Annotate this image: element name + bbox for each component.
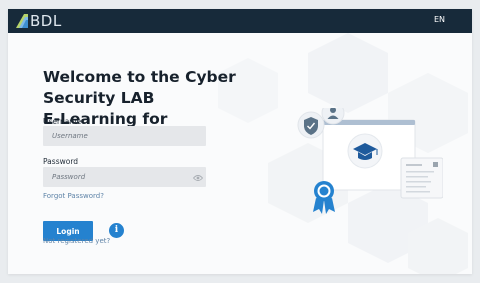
title-line-1: Welcome to the Cyber Security LAB <box>43 68 236 107</box>
logo-text: BDL <box>30 12 62 30</box>
e-learning-illustration <box>297 108 443 214</box>
language-selector[interactable]: EN <box>434 15 445 24</box>
login-card: BDL EN Welcome to the Cyber Security LAB… <box>8 9 472 274</box>
password-label: Password <box>43 157 79 166</box>
award-badge-icon <box>313 181 335 214</box>
logo[interactable]: BDL <box>16 12 62 30</box>
certificate-icon <box>400 157 443 199</box>
shield-check-icon <box>297 111 325 139</box>
username-input[interactable] <box>43 126 206 146</box>
register-link[interactable]: Not registered yet? <box>43 237 110 245</box>
top-bar: BDL EN <box>8 9 472 33</box>
eye-icon[interactable] <box>193 174 203 182</box>
password-input[interactable] <box>43 167 206 187</box>
username-label: Username <box>43 117 82 126</box>
info-icon[interactable]: i <box>109 223 124 238</box>
graduation-cap-icon <box>347 133 383 169</box>
bdl-logo-icon <box>16 14 28 28</box>
forgot-password-link[interactable]: Forgot Password? <box>43 192 104 200</box>
